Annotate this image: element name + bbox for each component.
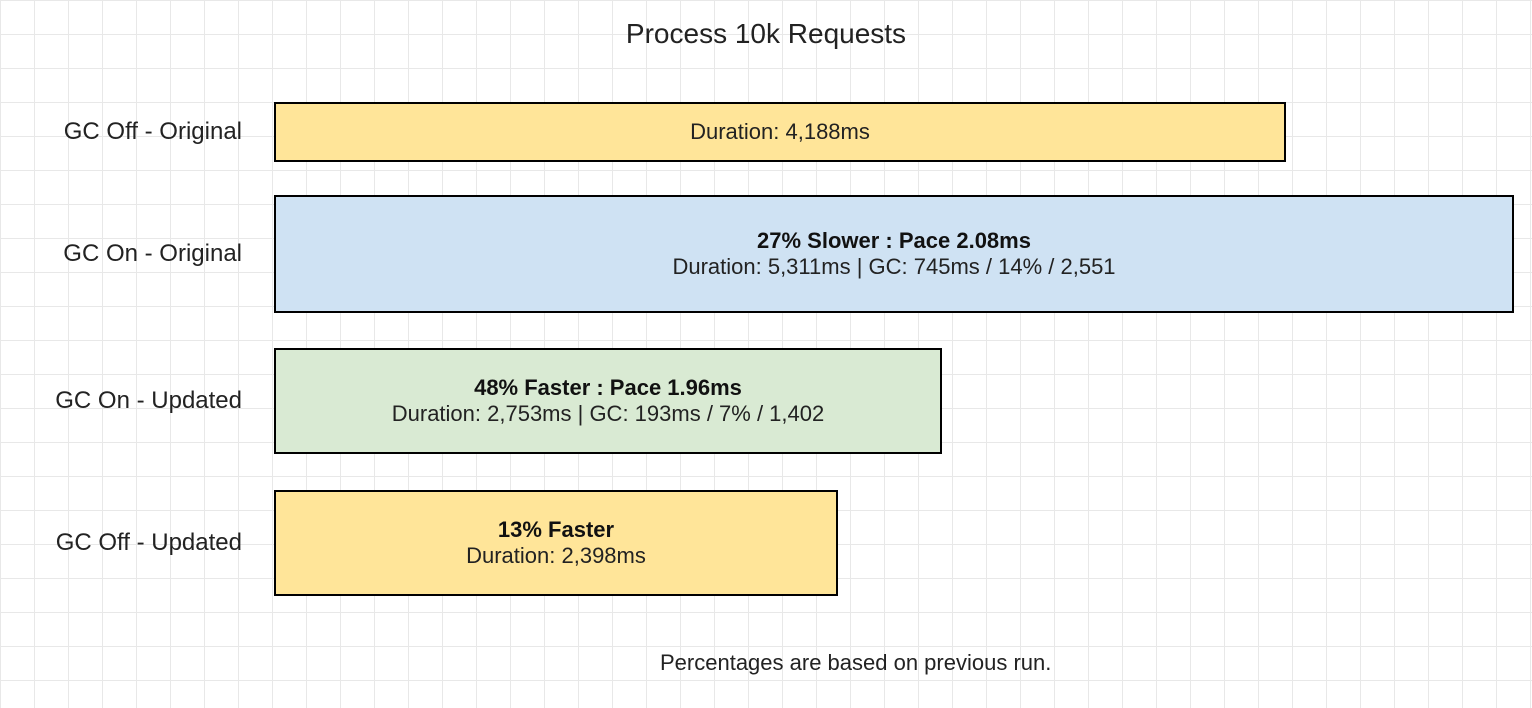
bar-track-0: Duration: 4,188ms xyxy=(260,102,1500,162)
bar-3-headline: 13% Faster xyxy=(498,517,614,543)
bar-row-3: GC Off - Updated 13% Faster Duration: 2,… xyxy=(0,490,1532,596)
bar-1: 27% Slower : Pace 2.08ms Duration: 5,311… xyxy=(274,195,1514,313)
category-label-3: GC Off - Updated xyxy=(0,529,260,557)
category-label-0: GC Off - Original xyxy=(0,118,260,146)
bar-0: Duration: 4,188ms xyxy=(274,102,1286,162)
category-label-1: GC On - Original xyxy=(0,240,260,268)
chart-title: Process 10k Requests xyxy=(0,18,1532,50)
bar-row-0: GC Off - Original Duration: 4,188ms xyxy=(0,102,1532,162)
chart-footnote: Percentages are based on previous run. xyxy=(660,650,1051,676)
bar-track-1: 27% Slower : Pace 2.08ms Duration: 5,311… xyxy=(260,195,1500,313)
chart-canvas: Process 10k Requests GC Off - Original D… xyxy=(0,0,1532,708)
bar-2-headline: 48% Faster : Pace 1.96ms xyxy=(474,375,742,401)
bar-0-duration: Duration: 4,188ms xyxy=(690,119,870,145)
bar-2-detail: Duration: 2,753ms | GC: 193ms / 7% / 1,4… xyxy=(392,401,824,427)
bar-row-2: GC On - Updated 48% Faster : Pace 1.96ms… xyxy=(0,348,1532,454)
bar-track-2: 48% Faster : Pace 1.96ms Duration: 2,753… xyxy=(260,348,1500,454)
bar-track-3: 13% Faster Duration: 2,398ms xyxy=(260,490,1500,596)
bar-3-detail: Duration: 2,398ms xyxy=(466,543,646,569)
category-label-2: GC On - Updated xyxy=(0,387,260,415)
bar-3: 13% Faster Duration: 2,398ms xyxy=(274,490,838,596)
bar-row-1: GC On - Original 27% Slower : Pace 2.08m… xyxy=(0,195,1532,313)
bar-2: 48% Faster : Pace 1.96ms Duration: 2,753… xyxy=(274,348,942,454)
bar-1-headline: 27% Slower : Pace 2.08ms xyxy=(757,228,1031,254)
bar-1-detail: Duration: 5,311ms | GC: 745ms / 14% / 2,… xyxy=(672,254,1115,280)
